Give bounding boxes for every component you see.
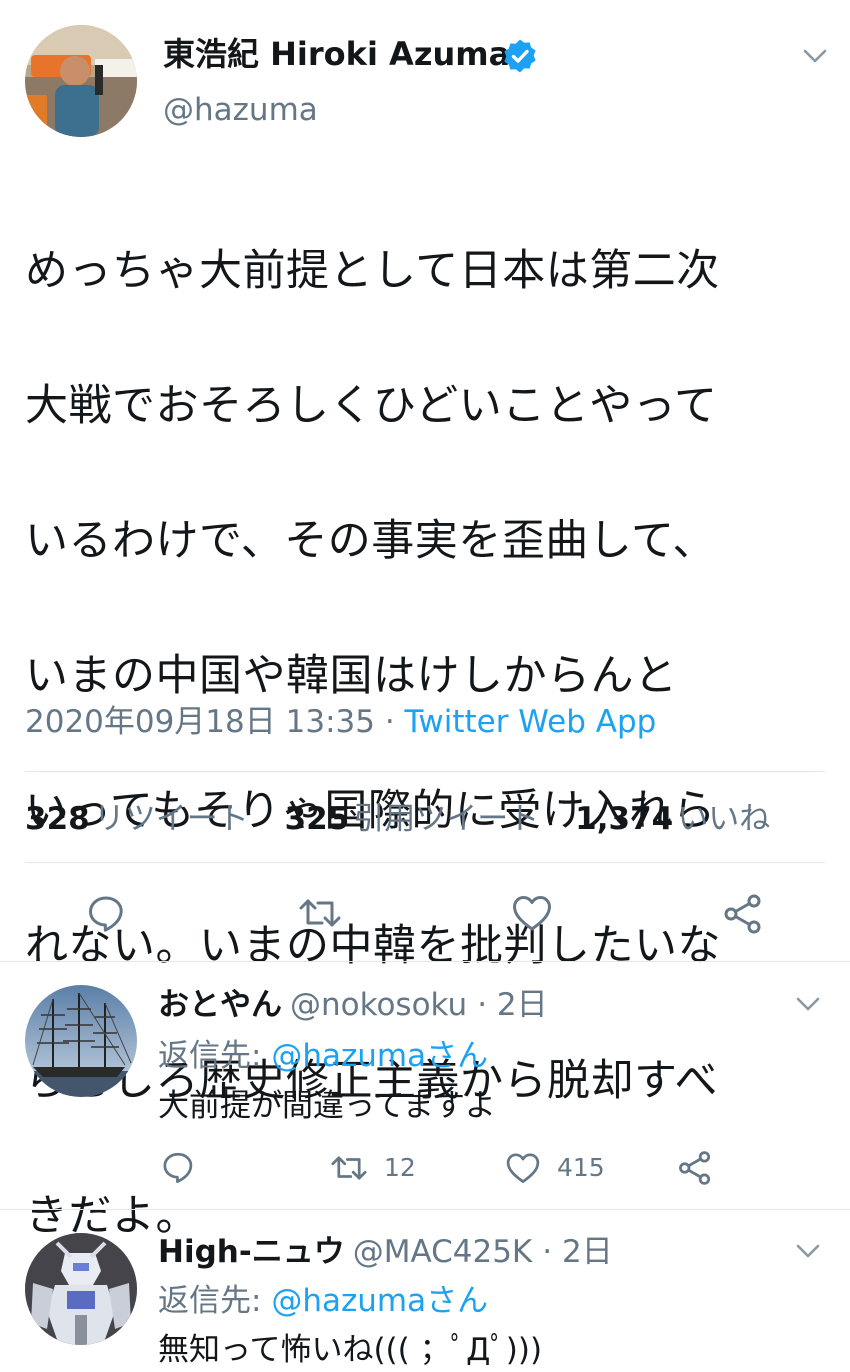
quote-tweet-label: 引用ツイート: [353, 801, 540, 837]
robot-figure-photo: [25, 1233, 137, 1345]
share-icon: [679, 1151, 711, 1185]
meta-separator: ·: [374, 704, 405, 740]
reply-menu-chevron-down-icon[interactable]: [795, 1242, 821, 1260]
reply-display-name[interactable]: おとやん: [158, 987, 282, 1023]
retweet-icon: [331, 1156, 367, 1180]
author-avatar[interactable]: [25, 25, 137, 137]
reply-header: おとやん @nokosoku · 2日: [158, 983, 548, 1027]
tweet-text-line: いるわけで、その事実を歪曲して、: [25, 515, 716, 566]
reply-handle[interactable]: @nokosoku: [290, 987, 467, 1023]
reply-to-mention[interactable]: @hazumaさん: [271, 1038, 488, 1074]
retweet-button[interactable]: [298, 893, 342, 933]
reply-display-name[interactable]: High-ニュウ: [158, 1234, 345, 1270]
tweet-source-link[interactable]: Twitter Web App: [405, 704, 657, 740]
author-display-name[interactable]: 東浩紀 Hiroki Azuma: [163, 32, 510, 76]
tweet-text-line: 大戦でおそろしくひどいことやって: [25, 380, 718, 431]
tweet-text-line: れない。いまの中韓を批判したいな: [25, 920, 721, 971]
tweet-detail-page: 東浩紀 Hiroki Azuma @hazuma めっちゃ大前提として日本は第二…: [0, 0, 850, 1372]
retweet-label: リツイート: [93, 801, 249, 837]
heart-icon: [513, 896, 551, 931]
author-photo: [25, 25, 137, 137]
reply-to-line: 返信先: @hazumaさん: [158, 1279, 488, 1323]
reply-retweet-button[interactable]: 12: [330, 1151, 416, 1185]
author-handle[interactable]: @hazuma: [163, 88, 318, 132]
reply-text: 無知って怖いね((( ；ﾟДﾟ))): [158, 1332, 543, 1368]
quote-tweet-stat[interactable]: 325 引用ツイート: [285, 797, 540, 841]
tweet-menu-chevron-down-icon[interactable]: [802, 47, 828, 65]
share-icon: [724, 894, 761, 934]
tweet-timestamp[interactable]: 2020年09月18日 13:35: [25, 704, 375, 740]
divider: [25, 771, 825, 772]
reply-to-mention[interactable]: @hazumaさん: [271, 1283, 488, 1319]
reply-text: 大前提が間違ってますよ: [158, 1088, 496, 1124]
retweet-count: 328: [25, 801, 90, 837]
reply-avatar[interactable]: [25, 1233, 137, 1345]
tweet-stats: 328 リツイート 325 引用ツイート 1,374 いいね: [25, 797, 796, 841]
reply-avatar[interactable]: [25, 985, 137, 1097]
heart-icon: [506, 1153, 540, 1183]
reply-time: · 2日: [477, 987, 548, 1023]
reply-button[interactable]: [86, 893, 126, 933]
like-count: 1,374: [575, 801, 674, 837]
like-stat[interactable]: 1,374 いいね: [575, 797, 770, 841]
reply-like-count: 415: [557, 1153, 605, 1182]
reply-to-line: 返信先: @hazumaさん: [158, 1034, 488, 1078]
reply-header: High-ニュウ @MAC425K · 2日: [158, 1230, 613, 1274]
divider: [0, 961, 850, 962]
like-label: いいね: [677, 801, 771, 837]
ship-photo: [25, 985, 137, 1097]
reply-reply-button[interactable]: [161, 1150, 195, 1184]
divider: [0, 1209, 850, 1210]
like-button[interactable]: [511, 893, 553, 933]
reply-retweet-count: 12: [384, 1153, 416, 1182]
quote-tweet-count: 325: [284, 801, 350, 837]
reply-like-button[interactable]: 415: [505, 1151, 605, 1185]
reply-time: · 2日: [542, 1234, 613, 1270]
reply-icon: [163, 1152, 193, 1183]
reply-icon: [89, 896, 123, 932]
retweet-icon: [299, 899, 341, 927]
reply-to-prefix: 返信先:: [158, 1283, 272, 1319]
tweet-text-line: めっちゃ大前提として日本は第二次: [25, 245, 720, 296]
reply-handle[interactable]: @MAC425K: [353, 1234, 533, 1270]
tweet-meta: 2020年09月18日 13:35 · Twitter Web App: [25, 700, 656, 744]
reply-to-prefix: 返信先:: [158, 1038, 272, 1074]
share-button[interactable]: [722, 893, 764, 935]
reply-menu-chevron-down-icon[interactable]: [795, 995, 821, 1013]
verified-badge-icon: [502, 38, 538, 74]
divider: [25, 862, 825, 863]
reply-share-button[interactable]: [677, 1150, 713, 1186]
retweet-stat[interactable]: 328 リツイート: [25, 797, 249, 841]
